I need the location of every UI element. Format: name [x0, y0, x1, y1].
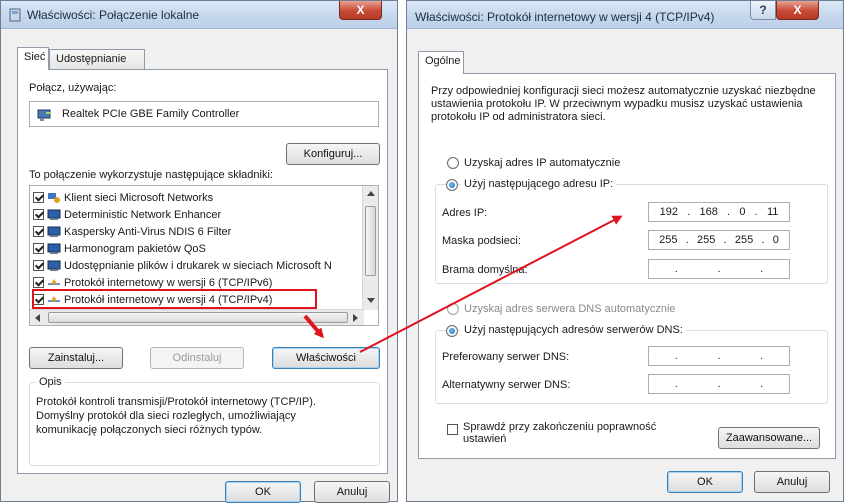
component-label: Kaspersky Anti-Virus NDIS 6 Filter — [64, 225, 232, 238]
manual-dns-label: Użyj następujących adresów serwerów DNS: — [461, 324, 686, 336]
network-service-icon — [47, 243, 61, 254]
network-service-icon — [47, 226, 61, 237]
help-button[interactable]: ? — [750, 1, 776, 20]
right-ok-button[interactable]: OK — [667, 471, 743, 493]
scroll-right-icon[interactable] — [353, 314, 358, 322]
right-window-title: Właściwości: Protokół internetowy w wers… — [415, 10, 715, 24]
list-item[interactable]: Udostępnianie plików i drukarek w siecia… — [33, 257, 332, 274]
manual-dns-radio[interactable] — [446, 325, 458, 337]
right-tab-pane: Przy odpowiedniej konfiguracji sieci moż… — [418, 73, 836, 459]
dns-group: Użyj następujących adresów serwerów DNS:… — [435, 324, 828, 404]
ip-octet: 192 — [659, 206, 678, 218]
validate-checkbox[interactable] — [447, 424, 458, 435]
adapter-name: Realtek PCIe GBE Family Controller — [62, 108, 240, 120]
configure-button[interactable]: Konfiguruj... — [286, 143, 380, 165]
left-window-title: Właściwości: Połączenie lokalne — [27, 8, 200, 22]
scroll-down-icon[interactable] — [367, 298, 375, 303]
manual-ip-label: Użyj następującego adresu IP: — [461, 178, 617, 190]
components-list[interactable]: Klient sieci Microsoft Networks Determin… — [29, 185, 379, 326]
component-label: Klient sieci Microsoft Networks — [64, 191, 214, 204]
auto-ip-label: Uzyskaj adres IP automatycznie — [464, 157, 621, 169]
mask-octet: 255 — [734, 234, 754, 246]
left-tab-pane: Połącz, używając: Realtek PCIe GBE Famil… — [17, 69, 388, 474]
protocol-icon — [48, 278, 60, 285]
auto-dns-radio — [447, 303, 459, 315]
component-checkbox[interactable] — [33, 226, 44, 237]
component-checkbox[interactable] — [33, 209, 44, 220]
component-checkbox[interactable] — [33, 243, 44, 254]
ip-octet: 168 — [699, 206, 718, 218]
scroll-up-icon[interactable] — [367, 191, 375, 196]
mask-octet: 255 — [659, 234, 678, 246]
install-button[interactable]: Zainstaluj... — [29, 347, 123, 369]
properties-button[interactable]: Właściwości — [272, 347, 380, 369]
horizontal-scrollbar[interactable] — [30, 309, 364, 325]
mask-octet: 255 — [696, 234, 716, 246]
adapter-field: Realtek PCIe GBE Family Controller — [29, 101, 379, 127]
component-label: Deterministic Network Enhancer — [64, 208, 222, 221]
gateway-label: Brama domyślna: — [442, 264, 528, 276]
list-item[interactable]: Kaspersky Anti-Virus NDIS 6 Filter — [33, 223, 231, 240]
window-icon — [9, 8, 21, 22]
ip-group: Użyj następującego adresu IP: Adres IP: … — [435, 178, 828, 284]
annotation-highlight-box — [32, 289, 317, 309]
tab-ogolne[interactable]: Ogólne — [418, 51, 464, 74]
auto-ip-radio[interactable] — [447, 157, 459, 169]
component-label: Protokół internetowy w wersji 6 (TCP/IPv… — [64, 276, 273, 289]
scroll-thumb[interactable] — [365, 206, 376, 276]
component-label: Harmonogram pakietów QoS — [64, 242, 206, 255]
right-titlebar[interactable]: Właściwości: Protokół internetowy w wers… — [407, 1, 843, 29]
close-button[interactable]: X — [339, 1, 382, 20]
preferred-dns-label: Preferowany serwer DNS: — [442, 351, 570, 363]
alternate-dns-field[interactable]: ... — [648, 374, 790, 394]
network-client-icon — [48, 192, 60, 203]
tab-udostepnianie[interactable]: Udostępnianie — [49, 49, 145, 70]
ip-address-field[interactable]: 192. 168. 0. 11 — [648, 202, 790, 222]
validate-label: Sprawdź przy zakończeniu poprawność usta… — [463, 421, 657, 445]
uninstall-button: Odinstaluj — [150, 347, 244, 369]
ip-octet: 11 — [766, 206, 779, 218]
left-cancel-button[interactable]: Anuluj — [314, 481, 390, 503]
subnet-mask-field[interactable]: 255. 255. 255. 0 — [648, 230, 790, 250]
mask-label: Maska podsieci: — [442, 235, 521, 247]
description-text: Protokół kontroli transmisji/Protokół in… — [36, 396, 316, 436]
components-label: To połączenie wykorzystuje następujące s… — [29, 169, 273, 181]
left-properties-window: Właściwości: Połączenie lokalne X Sieć U… — [0, 0, 398, 503]
alternate-dns-label: Alternatywny serwer DNS: — [442, 379, 571, 391]
list-item[interactable]: Deterministic Network Enhancer — [33, 206, 221, 223]
left-ok-button[interactable]: OK — [225, 481, 301, 503]
manual-ip-radio[interactable] — [446, 179, 458, 191]
preferred-dns-field[interactable]: ... — [648, 346, 790, 366]
component-checkbox[interactable] — [33, 260, 44, 271]
vertical-scrollbar[interactable] — [362, 186, 378, 310]
connect-using-label: Połącz, używając: — [29, 82, 117, 94]
description-title: Opis — [36, 376, 65, 388]
gateway-field[interactable]: ... — [648, 259, 790, 279]
right-cancel-button[interactable]: Anuluj — [754, 471, 830, 493]
component-checkbox[interactable] — [33, 277, 44, 288]
advanced-button[interactable]: Zaawansowane... — [718, 427, 820, 449]
component-label: Udostępnianie plików i drukarek w siecia… — [64, 259, 332, 272]
ip-octet: 0 — [739, 206, 746, 218]
network-service-icon — [47, 260, 61, 271]
list-item[interactable]: Klient sieci Microsoft Networks — [33, 189, 213, 206]
network-adapter-icon — [37, 109, 51, 121]
list-item[interactable]: Harmonogram pakietów QoS — [33, 240, 206, 257]
left-titlebar[interactable]: Właściwości: Połączenie lokalne X — [1, 1, 397, 29]
ipv4-properties-window: Właściwości: Protokół internetowy w wers… — [406, 0, 844, 502]
intro-text: Przy odpowiedniej konfiguracji sieci moż… — [431, 85, 816, 123]
scroll-left-icon[interactable] — [35, 314, 40, 322]
description-group: Opis Protokół kontroli transmisji/Protok… — [29, 376, 380, 466]
component-checkbox[interactable] — [33, 192, 44, 203]
close-button[interactable]: X — [776, 1, 819, 20]
ip-label: Adres IP: — [442, 207, 488, 219]
auto-dns-label: Uzyskaj adres serwera DNS automatycznie — [464, 303, 676, 315]
mask-octet: 0 — [772, 234, 779, 246]
network-service-icon — [47, 209, 61, 220]
tab-siec[interactable]: Sieć — [17, 47, 49, 70]
scroll-thumb-horizontal[interactable] — [48, 312, 348, 323]
